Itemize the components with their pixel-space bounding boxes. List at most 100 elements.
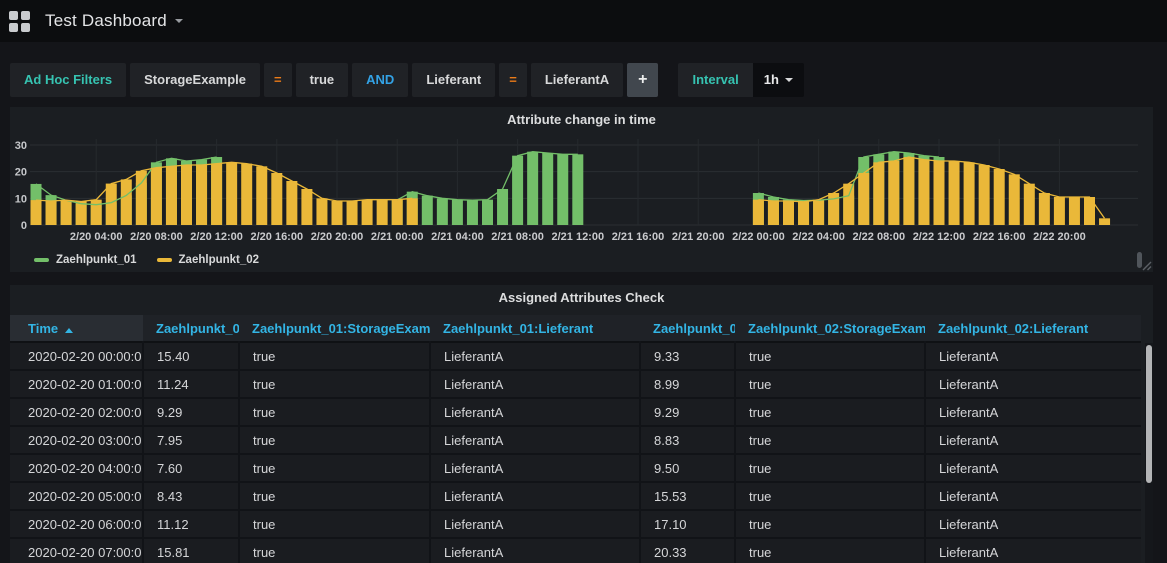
x-axis-tick-label: 2/20 16:00 xyxy=(250,231,303,243)
column-header-label: Zaehlpunkt_01:StorageExample xyxy=(252,321,430,336)
table-cell: LieferantA xyxy=(925,538,1141,563)
bar-zaehlpunkt_02 xyxy=(949,161,960,225)
column-header-zaehlpunkt-01-storageexample[interactable]: Zaehlpunkt_01:StorageExample xyxy=(239,315,430,342)
bar-zaehlpunkt_02 xyxy=(211,164,222,225)
bar-zaehlpunkt_01 xyxy=(437,198,448,225)
table-cell: true xyxy=(735,510,925,538)
table-cell: true xyxy=(239,454,430,482)
bar-zaehlpunkt_02 xyxy=(166,166,177,225)
panel-resize-handle[interactable] xyxy=(1142,261,1152,271)
table-body: 2020-02-20 00:00:0015.40trueLieferantA9.… xyxy=(10,342,1141,563)
grid-icon-square xyxy=(9,11,18,20)
caret-down-icon xyxy=(175,19,183,23)
bar-zaehlpunkt_02 xyxy=(271,173,282,225)
bar-zaehlpunkt_02 xyxy=(151,168,162,225)
table-cell: LieferantA xyxy=(925,482,1141,510)
x-axis-tick-label: 2/21 20:00 xyxy=(672,231,725,243)
table-cell: LieferantA xyxy=(430,342,640,370)
dashboard-title: Test Dashboard xyxy=(45,11,167,31)
bar-zaehlpunkt_02 xyxy=(377,200,388,225)
time-series-chart[interactable]: 01020302/20 04:002/20 08:002/20 12:002/2… xyxy=(10,107,1153,272)
filter-key-lieferant[interactable]: Lieferant xyxy=(412,63,495,97)
bar-zaehlpunkt_02 xyxy=(918,160,929,225)
bar-zaehlpunkt_02 xyxy=(76,201,87,225)
table-cell: LieferantA xyxy=(430,370,640,398)
column-header-zaehlpunkt-02[interactable]: Zaehlpunkt_02 xyxy=(640,315,735,342)
sort-ascending-icon xyxy=(65,328,73,333)
x-axis-tick-label: 2/21 12:00 xyxy=(551,231,604,243)
table-row: 2020-02-20 01:00:0011.24trueLieferantA8.… xyxy=(10,370,1141,398)
table-cell: 2020-02-20 03:00:00 xyxy=(10,426,143,454)
chart-panel-title[interactable]: Attribute change in time xyxy=(10,112,1153,127)
x-axis-tick-label: 2/20 12:00 xyxy=(190,231,243,243)
bar-zaehlpunkt_01 xyxy=(512,156,523,225)
bar-zaehlpunkt_02 xyxy=(61,200,72,225)
column-header-zaehlpunkt-01[interactable]: Zaehlpunkt_01 xyxy=(143,315,239,342)
bar-zaehlpunkt_02 xyxy=(783,201,794,225)
table-cell: true xyxy=(735,454,925,482)
column-header-zaehlpunkt-01-lieferant[interactable]: Zaehlpunkt_01:Lieferant xyxy=(430,315,640,342)
bar-zaehlpunkt_02 xyxy=(407,198,418,225)
bar-zaehlpunkt_02 xyxy=(286,181,297,225)
table-cell: 2020-02-20 04:00:00 xyxy=(10,454,143,482)
legend-series-icon xyxy=(34,258,49,262)
bar-zaehlpunkt_02 xyxy=(888,161,899,225)
bar-zaehlpunkt_02 xyxy=(1024,184,1035,225)
bar-zaehlpunkt_01 xyxy=(572,154,583,225)
column-header-time[interactable]: Time xyxy=(10,315,143,342)
dashboard-title-button[interactable]: Test Dashboard xyxy=(45,11,183,31)
x-axis-tick-label: 2/22 00:00 xyxy=(732,231,785,243)
table-row: 2020-02-20 02:00:009.29trueLieferantA9.2… xyxy=(10,398,1141,426)
table-row: 2020-02-20 04:00:007.60trueLieferantA9.5… xyxy=(10,454,1141,482)
filter-key-storageexample[interactable]: StorageExample xyxy=(130,63,260,97)
table-panel-title[interactable]: Assigned Attributes Check xyxy=(10,290,1153,305)
add-filter-button[interactable]: + xyxy=(627,63,658,97)
table-cell: true xyxy=(735,370,925,398)
table-cell: 17.10 xyxy=(640,510,735,538)
bar-zaehlpunkt_02 xyxy=(1084,197,1095,225)
bar-zaehlpunkt_02 xyxy=(136,171,147,225)
column-header-zaehlpunkt-02-lieferant[interactable]: Zaehlpunkt_02:Lieferant xyxy=(925,315,1141,342)
grid-icon-square xyxy=(21,23,30,32)
bar-zaehlpunkt_02 xyxy=(392,200,403,225)
table-cell: 8.83 xyxy=(640,426,735,454)
x-axis-tick-label: 2/21 16:00 xyxy=(612,231,665,243)
table-cell: 15.40 xyxy=(143,342,239,370)
table-scrollbar-thumb[interactable] xyxy=(1146,345,1152,483)
table-cell: LieferantA xyxy=(925,510,1141,538)
bar-zaehlpunkt_02 xyxy=(316,198,327,225)
interval-variable: Interval 1h xyxy=(678,63,803,97)
filter-operator-equals-2[interactable]: = xyxy=(499,63,527,97)
filter-value-lieferanta[interactable]: LieferantA xyxy=(531,63,623,97)
table-row: 2020-02-20 03:00:007.95trueLieferantA8.8… xyxy=(10,426,1141,454)
bar-zaehlpunkt_02 xyxy=(241,164,252,225)
dashboard-grid-icon[interactable] xyxy=(9,11,30,32)
adhoc-filters-label: Ad Hoc Filters xyxy=(10,63,126,97)
interval-current-value: 1h xyxy=(764,63,779,97)
interval-select[interactable]: 1h xyxy=(753,63,804,97)
bar-zaehlpunkt_01 xyxy=(527,152,538,225)
table-cell: 8.99 xyxy=(640,370,735,398)
table-cell: true xyxy=(239,342,430,370)
bar-zaehlpunkt_02 xyxy=(91,200,102,225)
legend-item-zaehlpunkt_02[interactable]: Zaehlpunkt_02 xyxy=(157,254,260,266)
y-axis-tick-label: 20 xyxy=(15,167,27,179)
table-panel: Assigned Attributes Check Time Zaehlpunkt… xyxy=(10,285,1153,563)
bar-zaehlpunkt_02 xyxy=(934,161,945,225)
table-cell: 11.12 xyxy=(143,510,239,538)
column-header-label: Time xyxy=(28,321,58,336)
legend-item-zaehlpunkt_01[interactable]: Zaehlpunkt_01 xyxy=(34,254,137,266)
bar-zaehlpunkt_02 xyxy=(753,200,764,225)
filter-value-true[interactable]: true xyxy=(296,63,349,97)
legend-series-label: Zaehlpunkt_02 xyxy=(179,254,260,266)
table-row: 2020-02-20 00:00:0015.40trueLieferantA9.… xyxy=(10,342,1141,370)
table-scrollbar-track[interactable] xyxy=(1145,343,1153,563)
filter-condition-and: AND xyxy=(352,63,408,97)
x-axis-tick-label: 2/22 20:00 xyxy=(1033,231,1086,243)
legend-series-label: Zaehlpunkt_01 xyxy=(56,254,137,266)
table-cell: LieferantA xyxy=(925,398,1141,426)
column-header-zaehlpunkt-02-storageexample[interactable]: Zaehlpunkt_02:StorageExample xyxy=(735,315,925,342)
filter-operator-equals[interactable]: = xyxy=(264,63,292,97)
bar-zaehlpunkt_02 xyxy=(31,200,42,225)
bar-zaehlpunkt_02 xyxy=(964,162,975,225)
